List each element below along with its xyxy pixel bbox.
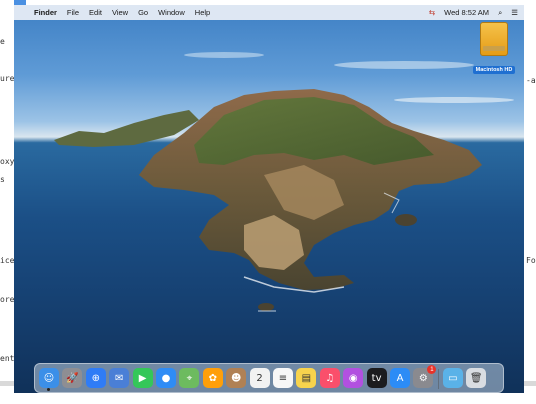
- status-menu-icon[interactable]: ⇆: [429, 8, 435, 17]
- photos-icon[interactable]: ✿: [202, 368, 223, 388]
- menu-file[interactable]: File: [67, 8, 79, 17]
- podcasts-icon[interactable]: ◉: [343, 368, 364, 388]
- background-text: -a: [526, 76, 536, 85]
- background-text: Fo: [526, 256, 536, 265]
- mail-glyph: ✉: [114, 372, 124, 384]
- spotlight-search-icon[interactable]: ⌕: [498, 8, 502, 18]
- music-glyph: ♫: [325, 372, 335, 384]
- finder-glyph: ☺: [43, 372, 55, 384]
- dock: ☺ 🚀 ⊕ ✉ ▶ ● ⌖ ✿ ☻ 2 ≡ ▤ ♫ ◉ tv A ⚙ 1 ▭ 🗑: [34, 363, 504, 393]
- safari-icon[interactable]: ⊕: [85, 368, 106, 388]
- page: e ure oxy s ice ore ent -a Fo Finder Fil…: [0, 0, 536, 404]
- running-indicator: [47, 388, 50, 391]
- background-text: ure: [0, 74, 15, 83]
- menu-window[interactable]: Window: [158, 8, 185, 17]
- downloads-folder-icon[interactable]: ▭: [442, 368, 463, 388]
- dock-separator: [437, 369, 439, 389]
- facetime-icon[interactable]: ▶: [132, 368, 153, 388]
- messages-icon[interactable]: ●: [156, 368, 176, 388]
- photos-glyph: ✿: [208, 372, 217, 384]
- notes-icon[interactable]: ▤: [296, 368, 317, 388]
- macintosh-hd-desktop-item[interactable]: Macintosh HD: [472, 22, 516, 75]
- facetime-glyph: ▶: [138, 372, 147, 384]
- background-text: ent: [0, 354, 15, 363]
- music-icon[interactable]: ♫: [319, 368, 340, 388]
- app-store-icon[interactable]: A: [390, 368, 410, 388]
- background-text: e: [0, 37, 5, 46]
- menu-help[interactable]: Help: [195, 8, 210, 17]
- reminders-icon[interactable]: ≡: [273, 368, 293, 388]
- podcasts-glyph: ◉: [348, 372, 358, 384]
- calendar-glyph: 2: [256, 372, 263, 384]
- contacts-glyph: ☻: [230, 372, 242, 384]
- mail-icon[interactable]: ✉: [109, 368, 130, 388]
- system-preferences-icon[interactable]: ⚙ 1: [413, 365, 437, 388]
- launchpad-icon[interactable]: 🚀: [62, 368, 83, 388]
- downloads-folder-glyph: ▭: [448, 372, 458, 384]
- contacts-icon[interactable]: ☻: [226, 368, 247, 388]
- menu-go[interactable]: Go: [138, 8, 148, 17]
- control-center-icon[interactable]: ☰: [511, 8, 518, 17]
- maps-glyph: ⌖: [186, 372, 193, 384]
- tv-icon[interactable]: tv: [366, 368, 387, 388]
- menu-edit[interactable]: Edit: [89, 8, 102, 17]
- background-text: s: [0, 175, 5, 184]
- wallpaper-island: [54, 52, 514, 312]
- notes-glyph: ▤: [301, 372, 312, 384]
- trash-icon[interactable]: 🗑: [466, 368, 487, 388]
- background-text: ore: [0, 295, 15, 304]
- desktop-screen: Finder File Edit View Go Window Help ⇆ W…: [14, 5, 524, 393]
- messages-glyph: ●: [161, 372, 171, 384]
- notification-badge: 1: [427, 365, 437, 374]
- background-text: ice: [0, 256, 15, 265]
- menu-bar-extras: ⇆ Wed 8:52 AM ⌕ ☰: [429, 5, 518, 20]
- macintosh-hd-label: Macintosh HD: [472, 66, 516, 74]
- maps-icon[interactable]: ⌖: [179, 368, 200, 388]
- menu-bar: Finder File Edit View Go Window Help ⇆ W…: [14, 5, 524, 20]
- calendar-icon[interactable]: 2: [249, 368, 270, 388]
- background-text: oxy: [0, 157, 15, 166]
- system-preferences-glyph: ⚙: [418, 372, 428, 384]
- menu-view[interactable]: View: [112, 8, 128, 17]
- launchpad-glyph: 🚀: [66, 372, 79, 384]
- finder-icon[interactable]: ☺: [39, 368, 59, 388]
- reminders-glyph: ≡: [278, 372, 288, 384]
- safari-glyph: ⊕: [91, 372, 100, 384]
- hard-drive-icon: [480, 22, 508, 56]
- menu-finder[interactable]: Finder: [34, 8, 57, 17]
- tv-glyph: tv: [371, 372, 382, 384]
- app-store-glyph: A: [396, 372, 404, 384]
- menu-clock[interactable]: Wed 8:52 AM: [444, 8, 489, 17]
- trash-glyph: 🗑: [469, 372, 483, 384]
